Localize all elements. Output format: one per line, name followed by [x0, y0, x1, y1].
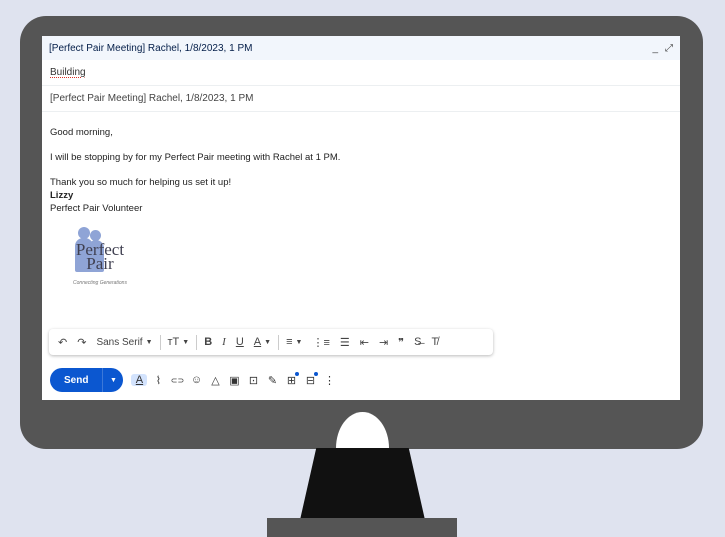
minimize-icon[interactable]: _: [652, 43, 658, 54]
formatting-options-icon[interactable]: A: [131, 374, 148, 386]
schedule-icon[interactable]: ⊟: [302, 371, 319, 387]
quote-icon[interactable]: ❞: [393, 336, 409, 349]
font-select-label: Sans Serif: [96, 336, 143, 348]
compose-titlebar[interactable]: [Perfect Pair Meeting] Rachel, 1/8/2023,…: [42, 36, 680, 60]
confidential-mode-icon[interactable]: ⊡: [245, 374, 261, 387]
indent-more-icon[interactable]: ⇥: [374, 336, 393, 349]
indent-less-icon[interactable]: ⇤: [355, 336, 374, 349]
send-button-group: Send ▼: [50, 368, 124, 392]
align-icon: ≡: [286, 336, 293, 348]
recipient-chip[interactable]: Building: [50, 67, 86, 78]
undo-icon[interactable]: ↶: [53, 336, 72, 349]
chevron-down-icon: ▼: [145, 338, 153, 346]
body-line-1: I will be stopping by for my Perfect Pai…: [50, 152, 341, 163]
bold-icon[interactable]: B: [199, 336, 217, 348]
compose-bottom-bar: Send ▼ A ⌇ ⊂⊃ ☺ △ ▣ ⊡ ✎ ⊞ ⊟ ⋮: [50, 367, 337, 393]
expand-icon[interactable]: ⤢: [665, 43, 673, 54]
subject-field[interactable]: [Perfect Pair Meeting] Rachel, 1/8/2023,…: [42, 86, 680, 112]
clear-formatting-icon[interactable]: T̸: [426, 336, 443, 348]
recipients-field[interactable]: Building: [42, 60, 680, 86]
insert-link-icon[interactable]: ⊂⊃: [169, 376, 185, 385]
attach-file-icon[interactable]: ⌇: [150, 374, 166, 387]
insert-photo-icon[interactable]: ▣: [226, 374, 242, 387]
layouts-icon[interactable]: ⊞: [283, 371, 300, 387]
compose-window: [Perfect Pair Meeting] Rachel, 1/8/2023,…: [42, 36, 680, 400]
monitor-stand: [300, 448, 425, 520]
bulleted-list-icon[interactable]: ☰: [335, 336, 355, 349]
chevron-down-icon: ▼: [264, 338, 272, 346]
underline-icon[interactable]: U: [231, 336, 249, 348]
body-line-2: Thank you so much for helping us set it …: [50, 177, 232, 188]
subject-text: [Perfect Pair Meeting] Rachel, 1/8/2023,…: [50, 93, 254, 104]
compose-title: [Perfect Pair Meeting] Rachel, 1/8/2023,…: [49, 42, 253, 54]
redo-icon[interactable]: ↷: [72, 336, 91, 349]
numbered-list-icon[interactable]: ⋮≡: [307, 336, 334, 349]
drive-icon[interactable]: △: [207, 374, 223, 387]
compose-actions: A ⌇ ⊂⊃ ☺ △ ▣ ⊡ ✎ ⊞ ⊟ ⋮: [131, 371, 337, 387]
signature-name: Lizzy: [50, 190, 74, 201]
logo-line-2: Pair: [86, 254, 114, 273]
perfect-pair-logo: Perfect Pair Connecting Generations: [66, 227, 134, 287]
send-button[interactable]: Send: [50, 375, 102, 386]
monitor-base: [267, 518, 457, 537]
text-color-icon: A: [253, 336, 262, 348]
logo-tagline: Connecting Generations: [73, 280, 127, 286]
text-size-button[interactable]: тT ▼: [163, 336, 195, 348]
text-size-icon: тT: [167, 336, 180, 348]
emoji-icon[interactable]: ☺: [188, 374, 204, 386]
align-button[interactable]: ≡ ▼: [281, 336, 307, 348]
formatting-toolbar: ↶ ↷ Sans Serif ▼ тT ▼ B I U A ▼ ≡ ▼ ⋮≡ ☰ ⇤ ⇥…: [49, 329, 493, 355]
signature-title: Perfect Pair Volunteer: [50, 203, 143, 214]
font-select[interactable]: Sans Serif ▼: [91, 337, 157, 348]
send-options-dropdown[interactable]: ▼: [102, 368, 123, 392]
signature-pen-icon[interactable]: ✎: [264, 374, 280, 387]
greeting: Good morning,: [50, 127, 113, 138]
more-options-icon[interactable]: ⋮: [321, 374, 337, 387]
chevron-down-icon: ▼: [182, 338, 190, 346]
text-color-button[interactable]: A ▼: [249, 336, 276, 348]
chevron-down-icon: ▼: [295, 338, 303, 346]
message-body[interactable]: Good morning, I will be stopping by for …: [42, 112, 680, 287]
strikethrough-icon[interactable]: S̶: [409, 336, 426, 348]
italic-icon[interactable]: I: [217, 336, 231, 348]
